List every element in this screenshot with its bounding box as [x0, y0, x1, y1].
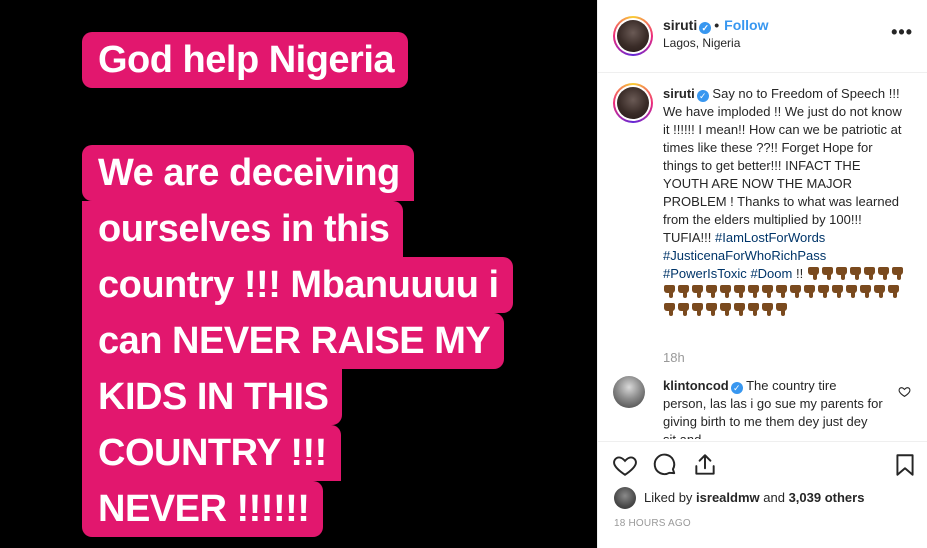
caption-text: Say no to Freedom of Speech !!! We have … — [663, 86, 902, 245]
story-ring[interactable] — [613, 16, 653, 56]
hashtag-link[interactable]: #JusticenaForWhoRichPass — [663, 248, 826, 263]
thumbs-down-emoji — [719, 303, 732, 316]
heart-icon[interactable] — [612, 452, 638, 478]
likes-mid: and — [759, 490, 789, 505]
post-side-panel: siruti ✓ • Follow Lagos, Nigeria ••• siruti… — [597, 0, 927, 548]
caption-story-ring[interactable] — [613, 83, 653, 123]
thumbs-down-emoji — [761, 303, 774, 316]
media-text-line-2: We are deceiving — [82, 145, 414, 201]
thumbs-down-emoji — [835, 267, 848, 280]
thumbs-down-emoji — [775, 303, 788, 316]
thumbs-down-emoji — [831, 285, 844, 298]
media-text-line-7: COUNTRY !!! — [82, 425, 341, 481]
likes-count[interactable]: 3,039 others — [789, 490, 865, 505]
thumbs-down-emoji — [887, 285, 900, 298]
header-user-line: siruti ✓ • Follow — [663, 17, 768, 34]
thumbs-down-emoji — [817, 285, 830, 298]
hashtag-link[interactable]: #Doom — [750, 266, 792, 281]
media-text-line-1: God help Nigeria — [82, 32, 409, 88]
caption-avatar[interactable] — [617, 87, 649, 119]
thumbs-down-emoji — [677, 303, 690, 316]
thumbs-down-emoji — [891, 267, 904, 280]
action-bar — [612, 452, 914, 480]
caption-time[interactable]: 18h — [663, 350, 685, 365]
thumbs-down-emoji — [873, 285, 886, 298]
thumbs-down-emoji — [733, 285, 746, 298]
comment-icon[interactable] — [652, 452, 678, 478]
hashtag-link[interactable]: #IamLostForWords — [715, 230, 825, 245]
verified-icon: ✓ — [699, 22, 712, 34]
comment-avatar[interactable] — [613, 376, 645, 408]
header-username[interactable]: siruti — [663, 17, 697, 33]
separator-dot: • — [714, 17, 720, 33]
caption-suffix: !! — [792, 266, 807, 281]
divider — [598, 441, 927, 442]
thumbs-down-emoji — [733, 303, 746, 316]
comment-like-heart-icon[interactable] — [897, 385, 911, 399]
caption: siruti ✓ Say no to Freedom of Speech !!! … — [663, 85, 908, 319]
thumbs-down-emoji — [845, 285, 858, 298]
thumbs-down-emoji — [705, 285, 718, 298]
media-text-line-3: ourselves in this — [82, 201, 404, 257]
thumbs-down-emoji — [663, 285, 676, 298]
thumbs-down-emoji — [789, 285, 802, 298]
post-media[interactable]: God help Nigeria We are deceiving oursel… — [0, 0, 597, 548]
thumbs-down-emoji — [821, 267, 834, 280]
media-text-line-4: country !!! Mbanuuuu i — [82, 257, 513, 313]
avatar[interactable] — [617, 20, 649, 52]
thumbs-down-emoji — [691, 285, 704, 298]
thumbs-down-emoji — [747, 285, 760, 298]
caption-username[interactable]: siruti — [663, 86, 695, 101]
media-text-line-8: NEVER !!!!!! — [82, 481, 324, 537]
bookmark-icon[interactable] — [892, 452, 918, 478]
thumbs-down-emoji — [677, 285, 690, 298]
liker-avatar[interactable] — [614, 487, 636, 509]
thumbs-down-emoji — [775, 285, 788, 298]
thumbs-down-emoji — [691, 303, 704, 316]
thumbs-down-emoji — [807, 267, 820, 280]
location-link[interactable]: Lagos, Nigeria — [663, 36, 740, 50]
follow-button[interactable]: Follow — [724, 17, 768, 33]
verified-icon: ✓ — [696, 90, 709, 102]
thumbs-down-emoji — [863, 267, 876, 280]
thumbs-down-emoji — [761, 285, 774, 298]
thumbs-down-emoji — [859, 285, 872, 298]
thumbs-down-emoji — [705, 303, 718, 316]
thumbs-down-emoji — [803, 285, 816, 298]
comment-username[interactable]: klintoncod — [663, 378, 729, 393]
likes-summary: Liked by isrealdmw and 3,039 others — [644, 490, 864, 505]
thumbs-down-emoji — [719, 285, 732, 298]
likes-prefix: Liked by — [644, 490, 697, 505]
thumbs-down-emoji — [877, 267, 890, 280]
post-header: siruti ✓ • Follow Lagos, Nigeria ••• — [598, 0, 927, 73]
hashtag-link[interactable]: #PowerIsToxic — [663, 266, 747, 281]
thumbs-down-emoji — [663, 303, 676, 316]
media-text-line-5: can NEVER RAISE MY — [82, 313, 505, 369]
media-text-line-6: KIDS IN THIS — [82, 369, 343, 425]
post-timestamp[interactable]: 18 HOURS AGO — [614, 518, 691, 529]
thumbs-down-emoji — [747, 303, 760, 316]
comment: klintoncod ✓ The country tire person, las… — [663, 377, 883, 439]
share-icon[interactable] — [692, 452, 718, 478]
liker-username[interactable]: isrealdmw — [696, 490, 760, 505]
verified-icon: ✓ — [730, 382, 743, 394]
more-options-icon[interactable]: ••• — [891, 22, 913, 43]
thumbs-down-emoji — [849, 267, 862, 280]
